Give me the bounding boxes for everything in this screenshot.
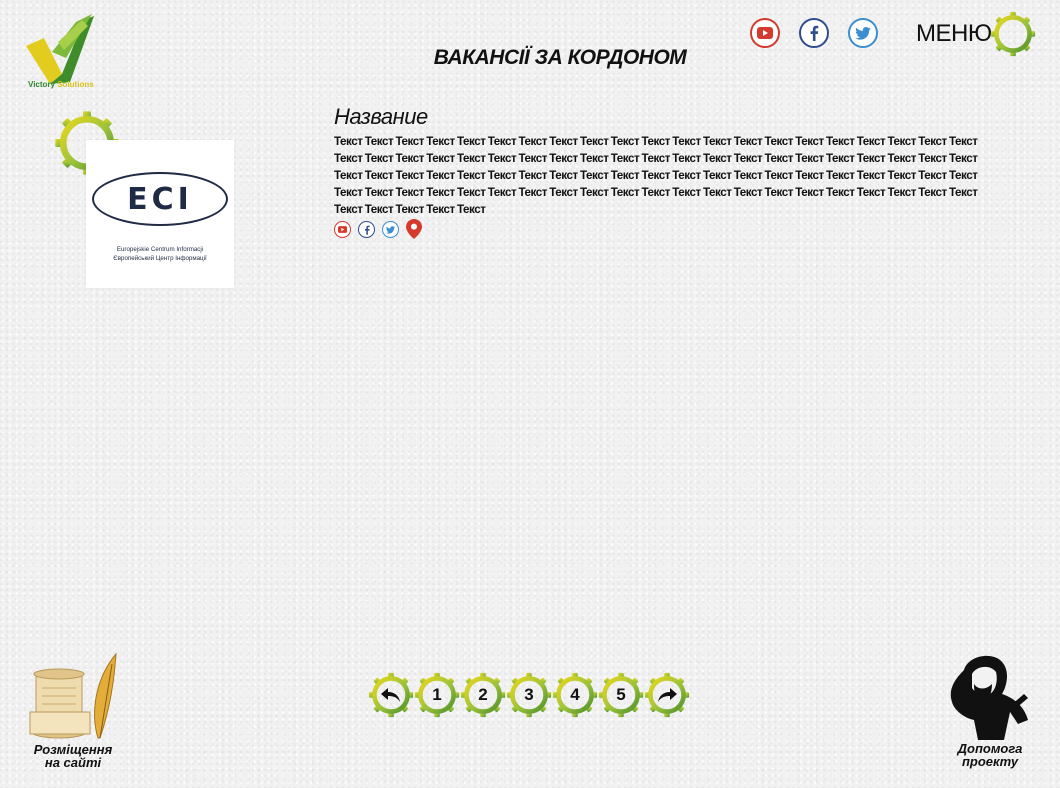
- twitter-icon[interactable]: [848, 18, 878, 48]
- page-number: 5: [616, 685, 626, 704]
- next-page-button[interactable]: [644, 672, 690, 718]
- logo-word-2: Solutions: [57, 80, 94, 89]
- placement-label-line2: на сайті: [44, 755, 102, 770]
- scroll-quill-icon[interactable]: [28, 652, 120, 744]
- help-label-line2: проекту: [961, 754, 1019, 769]
- eci-logo-text: ECI: [127, 181, 193, 217]
- logo-wordmark: Victory Solutions: [28, 80, 94, 89]
- page-title: ВАКАНСІЇ ЗА КОРДОНОМ: [433, 46, 687, 69]
- logo-word-1: Victory: [28, 80, 55, 89]
- location-pin-icon[interactable]: [406, 219, 422, 239]
- placement-label[interactable]: Розміщення на сайті: [18, 743, 128, 769]
- company-logo-card[interactable]: ECI Europejskie Centrum Informacji Європ…: [86, 140, 234, 288]
- page-button-3[interactable]: 3: [506, 672, 552, 718]
- item-description: Текст Текст Текст Текст Текст Текст Текс…: [334, 135, 978, 216]
- youtube-icon[interactable]: [334, 221, 351, 238]
- prev-page-button[interactable]: [368, 672, 414, 718]
- page-number: 1: [432, 685, 442, 704]
- eci-logo-oval: ECI: [92, 172, 228, 226]
- twitter-icon[interactable]: [382, 221, 399, 238]
- undo-arrow-icon: [381, 688, 400, 702]
- company-name-line1: Europejskie Centrum Informacji: [116, 246, 204, 253]
- page-button-2[interactable]: 2: [460, 672, 506, 718]
- menu-gear-icon[interactable]: [990, 11, 1036, 57]
- redo-arrow-icon: [658, 688, 677, 702]
- facebook-icon[interactable]: [358, 221, 375, 238]
- page-number: 4: [570, 685, 580, 704]
- menu-label[interactable]: МЕНЮ: [916, 20, 992, 48]
- page-button-1[interactable]: 1: [414, 672, 460, 718]
- page-number: 3: [524, 685, 534, 704]
- portrait-help-icon[interactable]: [944, 650, 1028, 742]
- item-title[interactable]: Название: [334, 104, 428, 130]
- company-name-line2: Європейський Центр Інформації: [113, 255, 207, 262]
- facebook-icon[interactable]: [799, 18, 829, 48]
- youtube-icon[interactable]: [750, 18, 780, 48]
- page-button-5[interactable]: 5: [598, 672, 644, 718]
- page-number: 2: [478, 685, 488, 704]
- help-label[interactable]: Допомога проекту: [940, 742, 1040, 768]
- page-button-4[interactable]: 4: [552, 672, 598, 718]
